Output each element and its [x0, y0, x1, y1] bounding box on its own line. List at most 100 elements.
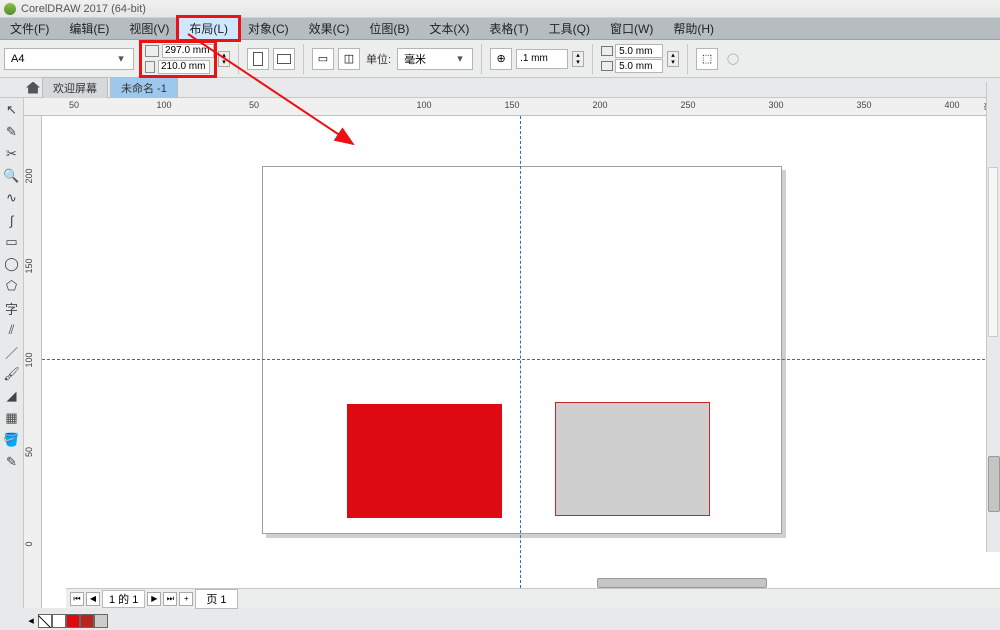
property-bar: A4 ▾ ▴▾ ▭ ◫ 单位: 毫米 ▾ ⊕ ▴▾ ▴▾ ⬚ ◯	[0, 40, 1000, 78]
page-dimensions	[142, 43, 214, 75]
landscape-button[interactable]	[273, 48, 295, 70]
bounding-box-button[interactable]: ⬚	[696, 48, 718, 70]
menu-编辑[interactable]: 编辑(E)	[59, 18, 119, 39]
ruler-tick: 100	[416, 100, 431, 110]
ruler-tick: 100	[24, 352, 34, 367]
unit-select[interactable]: 毫米 ▾	[397, 48, 473, 70]
dup-spinner[interactable]: ▴▾	[667, 51, 679, 67]
ruler-tick: 50	[249, 100, 259, 110]
toolbox: ↖✎✂🔍∿∫▭◯⬠字⫽／🖌◢▦🪣✎	[0, 98, 24, 608]
page-preset-select[interactable]: A4 ▾	[4, 48, 134, 70]
page-tab[interactable]: 页 1	[195, 589, 237, 609]
ruler-tick: 150	[504, 100, 519, 110]
nudge-input[interactable]	[516, 49, 568, 69]
color-palette: ◂	[24, 614, 108, 628]
tool-text[interactable]: 字	[2, 298, 22, 318]
menu-文件[interactable]: 文件(F)	[0, 18, 59, 39]
tab-welcome[interactable]: 欢迎屏幕	[42, 77, 108, 98]
app-title: CorelDRAW 2017 (64-bit)	[21, 3, 146, 15]
menu-布局[interactable]: 布局(L)	[179, 18, 238, 39]
color-swatch[interactable]	[80, 614, 94, 628]
horizontal-ruler[interactable]: 5010050100150200250300350400毫米	[24, 98, 1000, 116]
color-swatch[interactable]	[66, 614, 80, 628]
tool-brush[interactable]: 🖌	[2, 364, 22, 384]
menu-表格[interactable]: 表格(T)	[479, 18, 538, 39]
guide-vertical[interactable]	[520, 116, 521, 608]
pages-button-2[interactable]: ◫	[338, 48, 360, 70]
menu-帮助[interactable]: 帮助(H)	[663, 18, 724, 39]
guide-horizontal[interactable]	[42, 359, 1000, 360]
palette-prev[interactable]: ◂	[24, 614, 38, 628]
ruler-tick: 150	[24, 258, 34, 273]
tool-parallel[interactable]: ⫽	[2, 320, 22, 340]
menu-效果[interactable]: 效果(C)	[299, 18, 360, 39]
tool-zoom[interactable]: 🔍	[2, 166, 22, 186]
ruler-tick: 200	[592, 100, 607, 110]
docker-placeholder[interactable]	[988, 167, 998, 337]
dup-y-input[interactable]	[615, 59, 663, 73]
canvas[interactable]: ⏮ ◀ 1 的 1 ▶ ⏭ + 页 1	[42, 116, 1000, 608]
tool-rect[interactable]: ▭	[2, 232, 22, 252]
menu-文本[interactable]: 文本(X)	[419, 18, 479, 39]
object-gray-rectangle[interactable]	[555, 402, 710, 516]
menu-对象[interactable]: 对象(C)	[238, 18, 299, 39]
ruler-tick: 300	[768, 100, 783, 110]
tool-paint[interactable]: 🪣	[2, 430, 22, 450]
chevron-down-icon: ▾	[115, 52, 127, 65]
tool-shape[interactable]: ✎	[2, 122, 22, 142]
menu-工具[interactable]: 工具(Q)	[539, 18, 600, 39]
tool-pick[interactable]: ↖	[2, 100, 22, 120]
dup-y-icon	[601, 61, 613, 71]
menu-视图[interactable]: 视图(V)	[119, 18, 179, 39]
tool-drop[interactable]: ◢	[2, 386, 22, 406]
color-swatch[interactable]	[94, 614, 108, 628]
nudge-icon: ⊕	[490, 48, 512, 70]
home-icon[interactable]	[26, 82, 40, 94]
tool-line[interactable]: ／	[2, 342, 22, 362]
page-height-input[interactable]	[158, 60, 210, 74]
scrollbar-vertical-thumb[interactable]	[988, 456, 1000, 512]
ruler-tick: 100	[156, 100, 171, 110]
nav-next[interactable]: ▶	[147, 592, 161, 606]
add-page[interactable]: +	[179, 592, 193, 606]
ruler-tick: 200	[24, 168, 34, 183]
color-swatch[interactable]	[52, 614, 66, 628]
vertical-ruler[interactable]: 200 150 100 50 0	[24, 116, 42, 608]
no-fill-swatch[interactable]	[38, 614, 52, 628]
nav-first[interactable]: ⏮	[70, 592, 84, 606]
ruler-tick: 0	[24, 541, 34, 546]
portrait-dim-icon	[145, 61, 155, 73]
portrait-button[interactable]	[247, 48, 269, 70]
menu-窗口[interactable]: 窗口(W)	[600, 18, 663, 39]
ruler-tick: 50	[24, 447, 34, 457]
unit-label: 单位:	[364, 51, 393, 67]
pages-button-1[interactable]: ▭	[312, 48, 334, 70]
tool-eyedrop[interactable]: ✎	[2, 452, 22, 472]
dup-x-icon	[601, 46, 613, 56]
landscape-dim-icon	[145, 45, 159, 57]
menu-位图[interactable]: 位图(B)	[359, 18, 419, 39]
tool-smart[interactable]: ∫	[2, 210, 22, 230]
separator	[481, 44, 482, 74]
dup-x-input[interactable]	[615, 44, 663, 58]
ruler-tick: 350	[856, 100, 871, 110]
tab-document[interactable]: 未命名 -1	[110, 77, 178, 98]
tool-crop[interactable]: ✂	[2, 144, 22, 164]
nav-prev[interactable]: ◀	[86, 592, 100, 606]
tool-ellipse[interactable]: ◯	[2, 254, 22, 274]
ruler-tick: 250	[680, 100, 695, 110]
tool-polygon[interactable]: ⬠	[2, 276, 22, 296]
page-counter: 1 的 1	[102, 590, 145, 608]
nav-last[interactable]: ⏭	[163, 592, 177, 606]
options-button[interactable]: ◯	[722, 48, 744, 70]
separator	[238, 44, 239, 74]
unit-value: 毫米	[404, 51, 426, 67]
object-red-rectangle[interactable]	[347, 404, 502, 518]
menubar: 文件(F)编辑(E)视图(V)布局(L)对象(C)效果(C)位图(B)文本(X)…	[0, 18, 1000, 40]
dim-spinner[interactable]: ▴▾	[218, 51, 230, 67]
tool-freehand[interactable]: ∿	[2, 188, 22, 208]
page-width-input[interactable]	[162, 44, 214, 58]
scrollbar-horizontal-thumb[interactable]	[597, 578, 767, 588]
nudge-spinner[interactable]: ▴▾	[572, 51, 584, 67]
tool-pattern[interactable]: ▦	[2, 408, 22, 428]
